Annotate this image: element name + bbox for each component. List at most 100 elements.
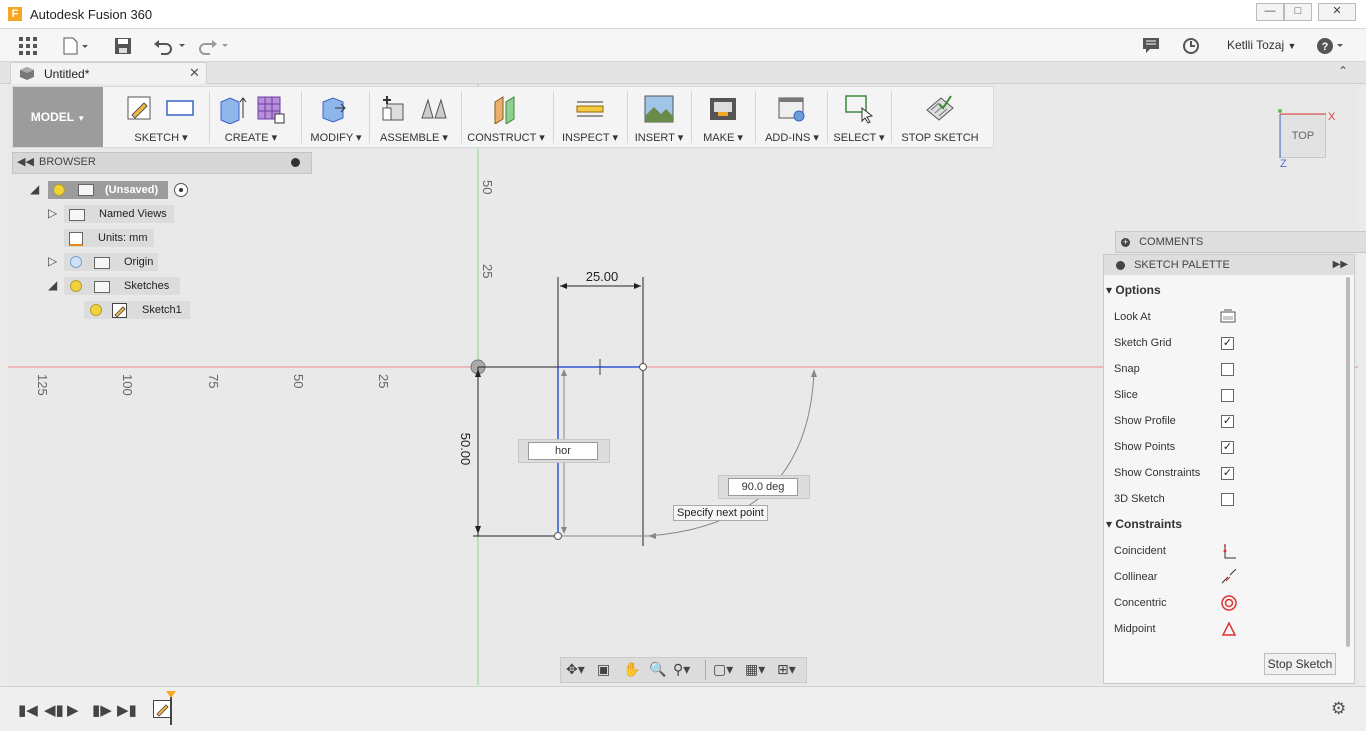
tree-named-views[interactable]: Named Views (64, 205, 174, 223)
press-pull-icon[interactable] (319, 94, 349, 124)
offset-plane-icon[interactable] (491, 94, 521, 125)
look-at-nav-icon[interactable]: ▣ (597, 661, 610, 678)
close-tab-icon[interactable]: ✕ (189, 65, 200, 81)
fit-icon[interactable]: ⚲▾ (673, 661, 690, 678)
file-menu-icon[interactable] (62, 37, 90, 59)
insert-image-icon[interactable] (644, 94, 674, 124)
timeline-marker-head-icon[interactable] (166, 691, 176, 698)
extrude-icon[interactable] (217, 94, 247, 125)
help-icon[interactable]: ? (1316, 37, 1346, 59)
visibility-bulb-icon[interactable] (70, 256, 82, 268)
stop-sketch-button[interactable]: Stop Sketch (1264, 653, 1336, 675)
sketch-grid-checkbox[interactable]: ✓ (1221, 337, 1234, 350)
3d-sketch-checkbox[interactable] (1221, 493, 1234, 506)
show-constraints-checkbox[interactable]: ✓ (1221, 467, 1234, 480)
viewports-icon[interactable]: ⊞▾ (777, 661, 796, 678)
rectangle-icon[interactable] (165, 94, 195, 124)
visibility-bulb-icon[interactable] (53, 184, 65, 196)
tree-sketches[interactable]: Sketches (64, 277, 180, 295)
go-to-end-icon[interactable]: ▶▮ (117, 701, 137, 719)
timeline-sketch-feature-icon[interactable] (153, 700, 171, 718)
tree-sketch1[interactable]: Sketch1 (84, 301, 190, 319)
comments-panel[interactable]: + COMMENTS (1115, 231, 1366, 253)
display-settings-icon[interactable]: ▢▾ (713, 661, 733, 678)
palette-scrollbar[interactable] (1346, 277, 1350, 647)
create-sketch-icon[interactable] (125, 94, 155, 124)
constraint-coincident[interactable]: Coincident (1114, 541, 1166, 561)
comment-icon[interactable] (1142, 37, 1160, 57)
length-input[interactable]: hor (528, 442, 598, 460)
options-section-header[interactable]: ▾ Options (1106, 283, 1161, 297)
job-status-clock-icon[interactable] (1182, 37, 1200, 59)
select-group[interactable]: SELECT ▾ (831, 87, 887, 147)
data-panel-grid-icon[interactable] (19, 37, 37, 59)
workspace-switcher-button[interactable]: MODEL ▼ (13, 87, 103, 147)
collapse-toolbar-icon[interactable]: ⌃ (1338, 64, 1348, 78)
angle-input[interactable]: 90.0 deg (728, 478, 798, 496)
collapse-triangle-icon[interactable]: ◢ (48, 278, 57, 292)
construct-group[interactable]: CONSTRUCT ▾ (465, 87, 547, 147)
user-account-menu[interactable]: Ketlli Tozaj ▼ (1227, 38, 1296, 52)
expand-arrows-icon[interactable]: ▶▶ (1333, 255, 1348, 275)
minimize-button[interactable]: — (1256, 3, 1284, 21)
document-tab[interactable]: Untitled* ✕ (10, 62, 207, 84)
visibility-bulb-icon[interactable] (90, 304, 102, 316)
zoom-icon[interactable]: 🔍 (649, 661, 666, 678)
form-icon[interactable] (255, 94, 285, 124)
constraint-collinear[interactable]: Collinear (1114, 567, 1157, 587)
save-icon[interactable] (114, 37, 132, 59)
undo-icon[interactable] (153, 37, 187, 59)
snap-checkbox[interactable] (1221, 363, 1234, 376)
slice-checkbox[interactable] (1221, 389, 1234, 402)
coincident-icon[interactable] (1221, 543, 1237, 562)
grid-settings-icon[interactable]: ▦▾ (745, 661, 765, 678)
tree-origin[interactable]: Origin (64, 253, 158, 271)
joint-icon[interactable] (419, 94, 449, 124)
go-to-start-icon[interactable]: ▮◀ (18, 701, 38, 719)
addins-group[interactable]: ADD-INS ▾ (759, 87, 825, 147)
minimize-browser-icon[interactable] (291, 158, 300, 167)
close-window-button[interactable]: ✕ (1318, 3, 1356, 21)
timeline-settings-gear-icon[interactable]: ⚙ (1331, 699, 1346, 719)
tree-root-node[interactable]: (Unsaved) (48, 181, 168, 199)
concentric-icon[interactable] (1221, 595, 1237, 614)
show-points-checkbox[interactable]: ✓ (1221, 441, 1234, 454)
look-at-icon[interactable] (1220, 309, 1236, 326)
expand-triangle-icon[interactable]: ▷ (48, 254, 57, 268)
activate-radio-icon[interactable] (174, 183, 188, 197)
tree-units[interactable]: Units: mm (64, 229, 154, 247)
constraint-midpoint[interactable]: Midpoint (1114, 619, 1156, 639)
new-component-icon[interactable] (379, 94, 409, 124)
midpoint-icon[interactable] (1221, 621, 1237, 640)
maximize-button[interactable]: □ (1284, 3, 1312, 21)
assemble-group[interactable]: ASSEMBLE ▾ (373, 87, 455, 147)
constraint-concentric[interactable]: Concentric (1114, 593, 1167, 613)
collapse-browser-icon[interactable]: ◀◀ (17, 155, 34, 168)
modify-group[interactable]: MODIFY ▾ (305, 87, 367, 147)
orbit-icon[interactable]: ✥▾ (566, 661, 585, 678)
create-group[interactable]: CREATE ▾ (213, 87, 289, 147)
timeline-marker[interactable] (170, 695, 172, 725)
stop-sketch-group[interactable]: STOP SKETCH (895, 87, 985, 147)
expand-comments-icon[interactable]: + (1121, 238, 1130, 247)
step-back-icon[interactable]: ◀▮ (44, 701, 64, 719)
visibility-bulb-icon[interactable] (70, 280, 82, 292)
pan-hand-icon[interactable]: ✋ (623, 661, 640, 678)
sketch-group[interactable]: SKETCH ▾ (121, 87, 201, 147)
select-icon[interactable] (844, 94, 874, 124)
stop-sketch-icon[interactable] (925, 94, 955, 124)
collapse-palette-icon[interactable] (1116, 260, 1125, 270)
measure-icon[interactable] (575, 94, 605, 124)
scripts-addins-icon[interactable] (777, 94, 807, 124)
show-profile-checkbox[interactable]: ✓ (1221, 415, 1234, 428)
collapse-triangle-icon[interactable]: ◢ (30, 182, 39, 196)
inspect-group[interactable]: INSPECT ▾ (557, 87, 623, 147)
collinear-icon[interactable] (1221, 568, 1237, 588)
expand-triangle-icon[interactable]: ▷ (48, 206, 57, 220)
play-icon[interactable]: ▶ (67, 701, 79, 719)
insert-group[interactable]: INSERT ▾ (631, 87, 687, 147)
3d-print-icon[interactable] (708, 94, 738, 124)
constraints-section-header[interactable]: ▾ Constraints (1106, 517, 1182, 531)
step-forward-icon[interactable]: ▮▶ (92, 701, 112, 719)
make-group[interactable]: MAKE ▾ (695, 87, 751, 147)
